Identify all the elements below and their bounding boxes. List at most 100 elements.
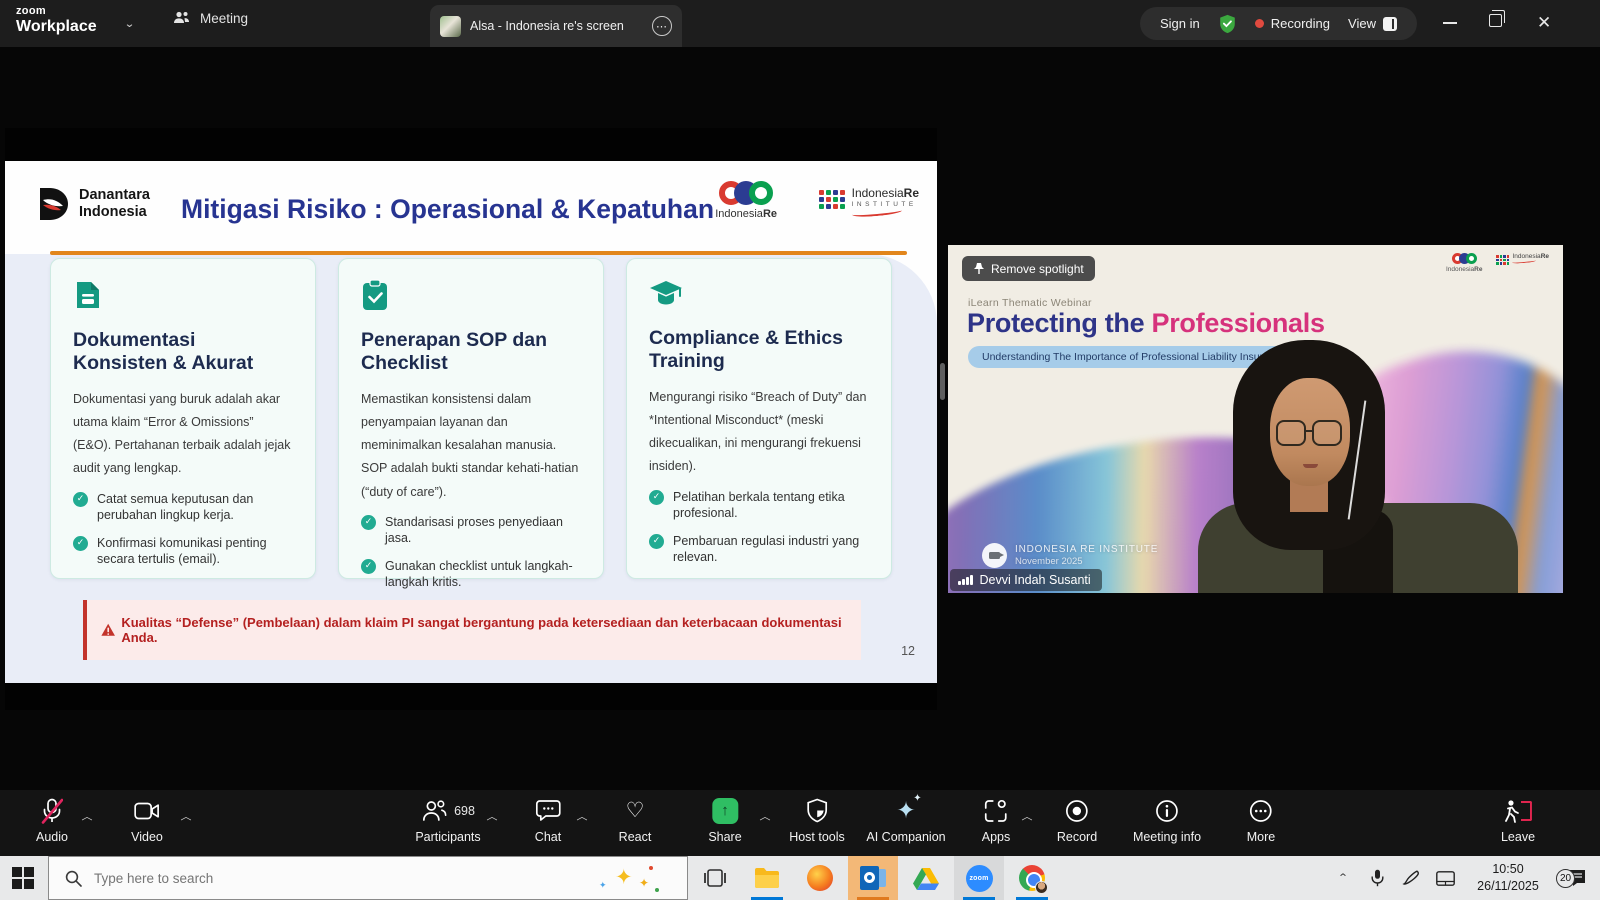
titlebar-status-pill: Sign in Recording View: [1140, 7, 1417, 40]
firefox-icon: [807, 865, 833, 891]
remove-spotlight-button[interactable]: Remove spotlight: [962, 256, 1095, 281]
card-body: Dokumentasi yang buruk adalah akar utama…: [73, 392, 291, 476]
zoom-app-icon: zoom: [965, 864, 993, 892]
red-swoosh: [851, 207, 902, 219]
copilot-sparkle-icon[interactable]: ✦ ✦ ✦: [597, 864, 667, 894]
taskbar-search[interactable]: ✦✦✦: [48, 856, 688, 900]
check-icon: ✓: [361, 514, 376, 530]
leave-button[interactable]: Leave: [1501, 797, 1535, 844]
outlook-button[interactable]: [848, 856, 898, 900]
card-sop: Penerapan SOP dan Checklist Memastikan k…: [338, 258, 604, 589]
document-icon: [77, 282, 99, 308]
glasses-icon: [1276, 420, 1306, 446]
google-drive-button[interactable]: [901, 856, 951, 900]
close-button[interactable]: ✕: [1537, 13, 1551, 33]
video-tile[interactable]: iLearn Thematic Webinar Protecting the P…: [948, 245, 1563, 593]
taskbar-clock[interactable]: 10:50 26/11/2025: [1462, 861, 1554, 895]
more-ellipsis-icon: [1250, 799, 1272, 822]
tray-chevron-up[interactable]: ⌃: [1326, 856, 1360, 900]
file-explorer-button[interactable]: [742, 856, 792, 900]
task-view-icon: [704, 869, 726, 887]
clock-date: 26/11/2025: [1477, 879, 1539, 893]
participants-count: 698: [454, 803, 475, 818]
leaving-person-icon: [1505, 799, 1519, 823]
participants-options-chevron[interactable]: ︿: [487, 809, 498, 823]
list-item: ✓ Konfirmasi komunikasi penting secara te…: [73, 535, 293, 568]
share-button[interactable]: ↑ Share: [708, 797, 742, 844]
host-tools-button[interactable]: Host tools: [789, 797, 845, 844]
tab-shared-screen[interactable]: Alsa - Indonesia re's screen ⋯: [430, 5, 682, 47]
chat-options-chevron[interactable]: ︿: [577, 809, 588, 823]
search-input[interactable]: [94, 870, 474, 886]
list-item: ✓ Gunakan checklist untuk langkah-langkah…: [361, 558, 581, 591]
react-button[interactable]: ♡ React: [619, 797, 652, 844]
restore-button[interactable]: [1489, 10, 1505, 27]
check-icon: ✓: [649, 533, 664, 549]
zoom-app-button[interactable]: zoom: [954, 856, 1004, 900]
tab-meeting[interactable]: Meeting: [172, 10, 248, 26]
chrome-icon: [1019, 865, 1048, 894]
zoom-workplace-window: zoom Workplace ⌄ Meeting Alsa - Indonesi…: [0, 0, 1600, 900]
record-button[interactable]: Record: [1057, 797, 1097, 844]
audio-button[interactable]: Audio: [36, 797, 68, 844]
folder-icon: [755, 868, 779, 888]
card-body: Memastikan konsistensi dalam penyampaian…: [361, 392, 579, 499]
view-button[interactable]: View: [1348, 16, 1397, 31]
share-options-chevron[interactable]: ︿: [760, 809, 771, 823]
tab-options-icon[interactable]: ⋯: [652, 16, 672, 36]
profile-avatar: [1035, 881, 1048, 894]
card-title: Dokumentasi Konsisten & Akurat: [73, 329, 254, 374]
people-icon: [174, 11, 189, 23]
heart-icon: ♡: [625, 799, 645, 822]
apps-options-chevron[interactable]: ︿: [1022, 809, 1033, 823]
view-label: View: [1348, 16, 1376, 31]
google-drive-icon: [913, 867, 939, 890]
more-button[interactable]: More: [1247, 797, 1275, 844]
camera-icon: [134, 802, 159, 819]
check-icon: ✓: [73, 491, 88, 507]
chrome-button[interactable]: [1007, 856, 1057, 900]
network-signal-icon: [958, 575, 973, 585]
list-item: ✓ Pembaruan regulasi industri yang releva…: [649, 533, 869, 566]
recording-indicator: Recording: [1254, 16, 1330, 31]
logo-zoom-text: zoom: [16, 5, 46, 17]
microphone-muted-icon: [41, 798, 63, 824]
notification-count-badge: 20: [1556, 869, 1575, 888]
participants-button[interactable]: 698 Participants: [415, 797, 481, 844]
info-icon: [1156, 799, 1178, 822]
titlebar: zoom Workplace ⌄ Meeting Alsa - Indonesi…: [0, 0, 1600, 47]
page-number: 12: [901, 644, 915, 658]
task-view-button[interactable]: [690, 856, 740, 900]
audio-options-chevron[interactable]: ︿: [82, 809, 93, 823]
tray-pen-icon[interactable]: [1394, 856, 1428, 900]
windows-taskbar: ✦✦✦: [0, 856, 1600, 900]
institute-dots-icon: [818, 190, 845, 209]
record-icon: [1066, 799, 1088, 822]
scrollbar[interactable]: [940, 363, 945, 400]
participants-icon: [422, 799, 447, 821]
shared-screen: Danantara Indonesia Mitigasi Risiko : Op…: [5, 128, 937, 710]
participant-name: Devvi Indah Susanti: [979, 573, 1091, 587]
tray-microphone-icon[interactable]: [1360, 856, 1394, 900]
chevron-down-icon[interactable]: ⌄: [124, 18, 135, 31]
zoom-workplace-logo: zoom Workplace: [16, 6, 97, 35]
video-options-chevron[interactable]: ︿: [181, 809, 192, 823]
check-icon: ✓: [73, 535, 88, 551]
notification-center-button[interactable]: 20: [1554, 856, 1600, 900]
avatar: [440, 15, 461, 37]
tray-touchpad-icon[interactable]: [1428, 856, 1462, 900]
windows-logo-icon: [12, 867, 34, 889]
firefox-button[interactable]: [795, 856, 845, 900]
apps-button[interactable]: Apps: [982, 797, 1010, 844]
chat-button[interactable]: Chat: [535, 797, 561, 844]
minimize-button[interactable]: [1443, 22, 1457, 24]
security-shield-icon[interactable]: [1218, 14, 1237, 34]
meeting-info-button[interactable]: Meeting info: [1133, 797, 1201, 844]
sign-in-button[interactable]: Sign in: [1160, 16, 1200, 31]
clipboard-check-icon: [363, 279, 387, 310]
search-icon: [65, 870, 82, 887]
chat-bubble-icon: [535, 800, 561, 821]
video-button[interactable]: Video: [131, 797, 163, 844]
start-button[interactable]: [12, 867, 34, 894]
ai-companion-button[interactable]: ✦ AI Companion: [866, 794, 945, 844]
